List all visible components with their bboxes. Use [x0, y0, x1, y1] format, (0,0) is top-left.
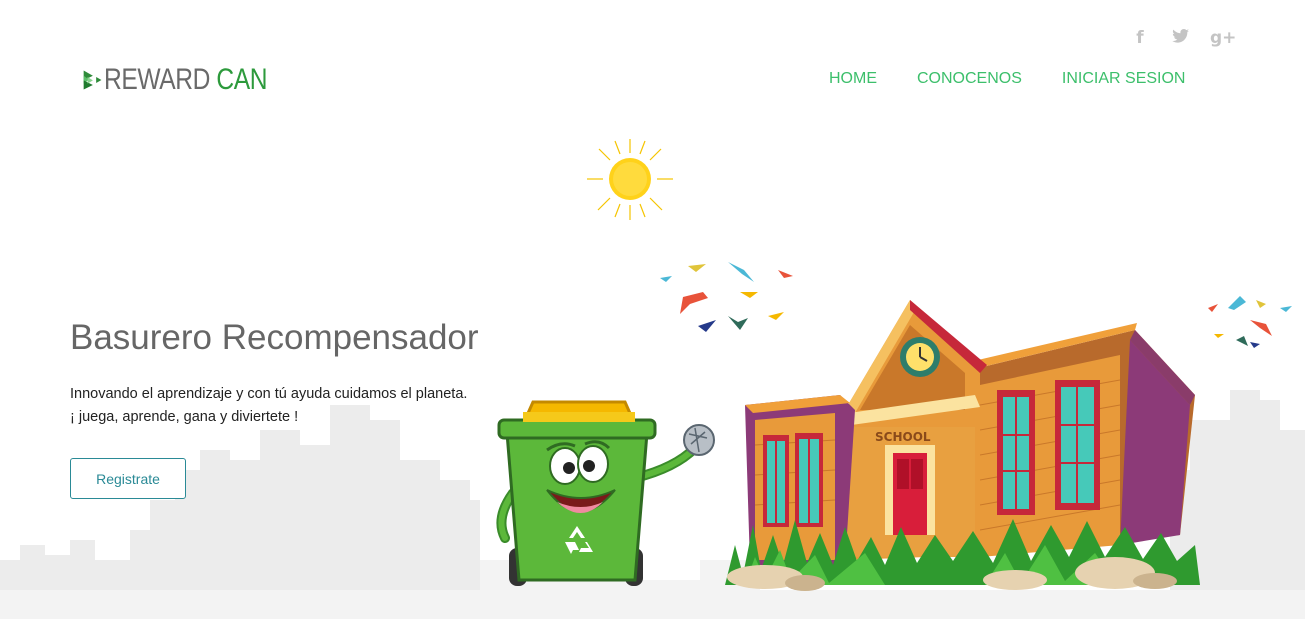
brand-name: REWARD CAN	[104, 63, 268, 97]
nav-conocenos-link[interactable]: CONOCENOS	[917, 70, 1022, 88]
school-building-illustration: SCHOOL	[725, 300, 1200, 591]
main-nav: HOME CONOCENOS INICIAR SESION	[829, 70, 1185, 88]
landing-page: REWARD CAN f g+ HOME CONOCENOS INICIAR S…	[0, 0, 1305, 619]
register-button[interactable]: Registrate	[70, 458, 186, 499]
google-plus-icon[interactable]: g+	[1210, 28, 1236, 48]
social-links: f g+	[1130, 28, 1236, 48]
twitter-icon[interactable]	[1170, 28, 1190, 48]
nav-login-link[interactable]: INICIAR SESION	[1062, 70, 1186, 88]
hero-subtitle-line-1: Innovando el aprendizaje y con tú ayuda …	[70, 386, 468, 402]
sun-illustration	[587, 139, 673, 220]
school-sign: SCHOOL	[875, 430, 931, 444]
brand-word-reward: REWARD	[104, 63, 211, 96]
hero-title: Basurero Recompensador	[70, 318, 479, 357]
facebook-icon[interactable]: f	[1130, 28, 1150, 48]
brand-word-can: CAN	[210, 63, 268, 96]
brand-logo[interactable]: REWARD CAN	[83, 48, 303, 112]
recycle-arrows-logo-icon	[83, 70, 102, 90]
nav-home-link[interactable]: HOME	[829, 70, 877, 88]
recycling-bin-mascot-illustration	[496, 400, 715, 586]
hero-subtitle-line-2: ¡ juega, aprende, gana y diviertete !	[70, 409, 299, 425]
birds-right-illustration	[1208, 296, 1292, 348]
